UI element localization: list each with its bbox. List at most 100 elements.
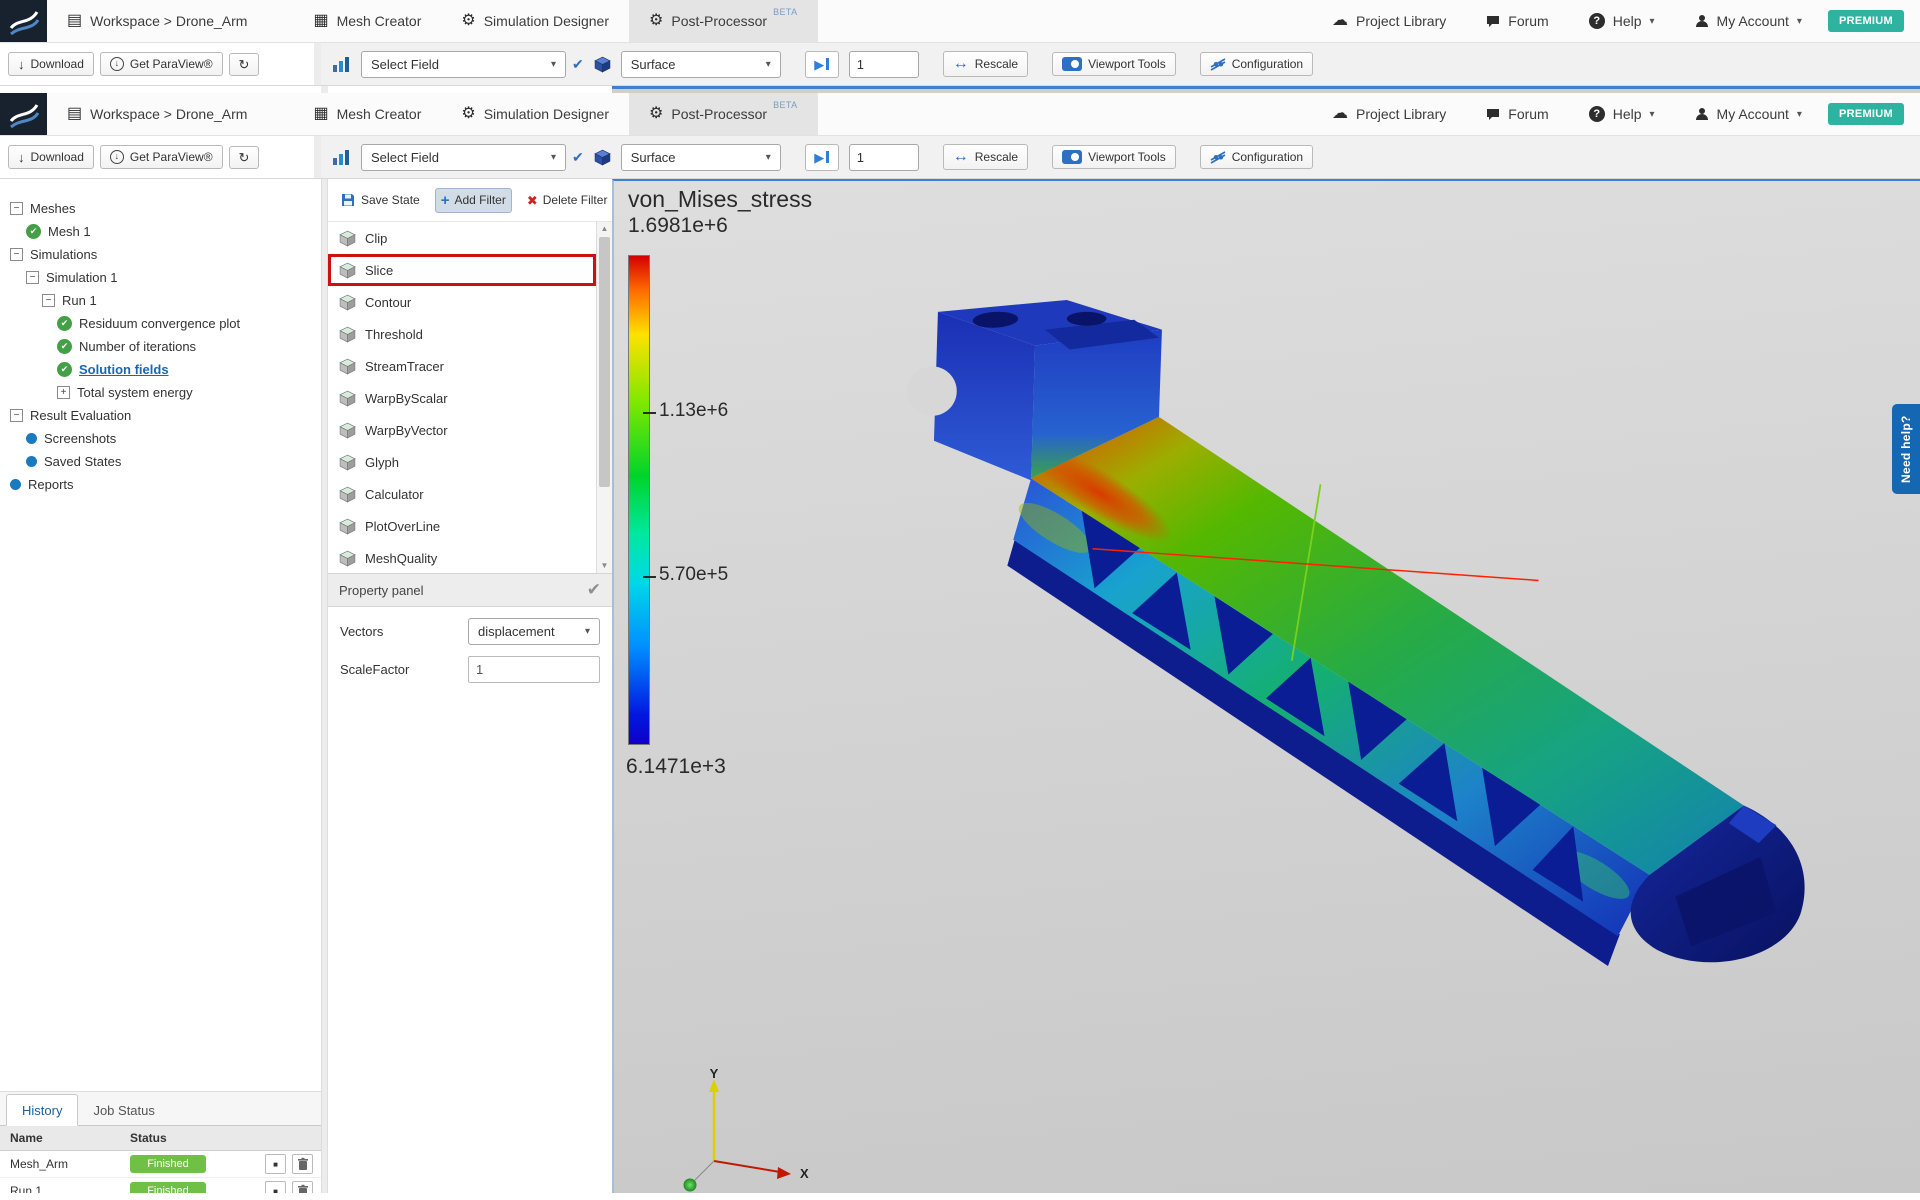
- tab-simulation-designer[interactable]: ⚙ Simulation Designer: [441, 93, 629, 135]
- expand-icon[interactable]: +: [57, 386, 70, 399]
- filter-item-meshquality[interactable]: MeshQuality: [328, 542, 596, 574]
- workspace-breadcrumb[interactable]: ▤ Workspace > Drone_Arm: [47, 93, 267, 135]
- tree-item-number-of-iterations[interactable]: ✔ Number of iterations: [0, 335, 321, 358]
- premium-badge[interactable]: PREMIUM: [1828, 10, 1904, 32]
- play-icon: ▶: [814, 58, 824, 71]
- tab-simulation-designer[interactable]: ⚙ Simulation Designer: [441, 0, 629, 42]
- tab-mesh-creator[interactable]: ▦ Mesh Creator: [293, 0, 441, 42]
- select-field-dropdown[interactable]: Select Field ▾: [361, 51, 566, 78]
- tree-item-run-1[interactable]: − Run 1: [0, 289, 321, 312]
- filter-item-warpbyvector[interactable]: WarpByVector: [328, 414, 596, 446]
- tree-item-reports[interactable]: Reports: [0, 473, 321, 496]
- tree-item-total-system-energy[interactable]: + Total system energy: [0, 381, 321, 404]
- table-row[interactable]: Mesh_Arm Finished ■: [0, 1151, 321, 1178]
- select-field-dropdown[interactable]: Select Field ▾: [361, 144, 566, 171]
- tab-post-processor[interactable]: ⚙ Post-Processor BETA: [629, 0, 818, 42]
- workspace-breadcrumb[interactable]: ▤ Workspace > Drone_Arm: [47, 0, 267, 42]
- tree-item-result-evaluation[interactable]: − Result Evaluation: [0, 404, 321, 427]
- tab-post-processor[interactable]: ⚙ Post-Processor BETA: [629, 93, 818, 135]
- get-paraview-button[interactable]: ↓ Get ParaView®: [100, 145, 223, 169]
- project-library-link[interactable]: ☁ Project Library: [1312, 93, 1466, 135]
- filter-item-streamtracer[interactable]: StreamTracer: [328, 350, 596, 382]
- add-filter-button[interactable]: + Add Filter: [435, 188, 512, 213]
- collapse-icon[interactable]: −: [10, 248, 23, 261]
- save-state-button[interactable]: Save State: [334, 187, 426, 213]
- filter-item-plotoverline[interactable]: PlotOverLine: [328, 510, 596, 542]
- my-account-menu[interactable]: My Account ▾: [1675, 93, 1822, 135]
- my-account-menu[interactable]: My Account ▾: [1675, 0, 1822, 42]
- frame-input[interactable]: [849, 51, 919, 78]
- filter-item-glyph[interactable]: Glyph: [328, 446, 596, 478]
- need-help-tab[interactable]: Need help?: [1892, 404, 1920, 494]
- cloud-icon: ☁: [1332, 13, 1348, 29]
- representation-dropdown[interactable]: Surface ▾: [621, 144, 781, 171]
- filter-item-contour[interactable]: Contour: [328, 286, 596, 318]
- tab-mesh-creator[interactable]: ▦ Mesh Creator: [293, 93, 441, 135]
- filter-item-slice-selected[interactable]: Slice: [328, 254, 596, 286]
- collapse-icon[interactable]: −: [10, 202, 23, 215]
- help-menu[interactable]: ? Help ▾: [1569, 0, 1675, 42]
- representation-dropdown[interactable]: Surface ▾: [621, 51, 781, 78]
- apply-field-icon[interactable]: ✔: [572, 149, 584, 166]
- tab-history[interactable]: History: [6, 1094, 78, 1126]
- configuration-button[interactable]: Configuration: [1200, 145, 1313, 169]
- help-menu[interactable]: ? Help ▾: [1569, 93, 1675, 135]
- filter-item-warpbyscalar[interactable]: WarpByScalar: [328, 382, 596, 414]
- tree-item-mesh-1[interactable]: ✔ Mesh 1: [0, 220, 321, 243]
- filter-list-scrollbar[interactable]: ▲ ▼: [596, 222, 612, 573]
- tree-item-screenshots[interactable]: Screenshots: [0, 427, 321, 450]
- tree-item-simulations[interactable]: − Simulations: [0, 243, 321, 266]
- rescale-arrows-icon: ↔: [953, 149, 969, 165]
- tree-label: Run 1: [62, 293, 97, 308]
- app-logo[interactable]: [0, 0, 47, 42]
- vectors-dropdown[interactable]: displacement ▾: [468, 618, 600, 645]
- scroll-up-icon[interactable]: ▲: [597, 222, 612, 236]
- apply-check-icon[interactable]: ✔: [587, 580, 601, 600]
- tab-job-status[interactable]: Job Status: [78, 1095, 169, 1125]
- collapse-icon[interactable]: −: [42, 294, 55, 307]
- apply-field-icon[interactable]: ✔: [572, 56, 584, 73]
- filter-item-clip[interactable]: Clip: [328, 222, 596, 254]
- play-button[interactable]: ▶: [805, 51, 839, 78]
- property-panel-header: Property panel ✔: [328, 573, 612, 607]
- filter-item-calculator[interactable]: Calculator: [328, 478, 596, 510]
- collapse-icon[interactable]: −: [26, 271, 39, 284]
- forum-link[interactable]: Forum: [1466, 0, 1568, 42]
- job-history-panel: History Job Status Name Status Mesh_Arm …: [0, 1091, 321, 1193]
- app-logo[interactable]: [0, 93, 47, 135]
- bullet-icon: [10, 479, 21, 490]
- scalefactor-input[interactable]: [468, 656, 600, 683]
- get-paraview-button[interactable]: ↓ Get ParaView®: [100, 52, 223, 76]
- refresh-button[interactable]: ↻: [229, 146, 260, 169]
- stop-button[interactable]: ■: [265, 1154, 286, 1174]
- scroll-down-icon[interactable]: ▼: [597, 559, 612, 573]
- delete-filter-button[interactable]: ✖ Delete Filter: [521, 188, 614, 212]
- collapse-icon[interactable]: −: [10, 409, 23, 422]
- delete-button[interactable]: [292, 1154, 313, 1174]
- play-button[interactable]: ▶: [805, 144, 839, 171]
- tree-item-simulation-1[interactable]: − Simulation 1: [0, 266, 321, 289]
- download-button[interactable]: ↓ Download: [8, 52, 94, 76]
- stop-button[interactable]: ■: [265, 1181, 286, 1193]
- filter-item-threshold[interactable]: Threshold: [328, 318, 596, 350]
- table-row[interactable]: Run 1 Finished ■: [0, 1178, 321, 1193]
- viewport-tools-button[interactable]: Viewport Tools: [1052, 52, 1176, 76]
- tree-item-saved-states[interactable]: Saved States: [0, 450, 321, 473]
- viewport-tools-button[interactable]: Viewport Tools: [1052, 145, 1176, 169]
- refresh-button[interactable]: ↻: [229, 53, 260, 76]
- forum-link[interactable]: Forum: [1466, 93, 1568, 135]
- download-button[interactable]: ↓ Download: [8, 145, 94, 169]
- project-library-link[interactable]: ☁ Project Library: [1312, 0, 1466, 42]
- configuration-button[interactable]: Configuration: [1200, 52, 1313, 76]
- tree-item-meshes[interactable]: − Meshes: [0, 197, 321, 220]
- panel-divider[interactable]: [321, 179, 328, 1193]
- render-viewport[interactable]: von_Mises_stress 1.6981e+6 1.13e+6 5.70e…: [612, 179, 1920, 1193]
- scrollbar-thumb[interactable]: [599, 237, 610, 487]
- tree-item-residuum-convergence-plot[interactable]: ✔ Residuum convergence plot: [0, 312, 321, 335]
- tree-item-solution-fields[interactable]: ✔ Solution fields: [0, 358, 321, 381]
- frame-input[interactable]: [849, 144, 919, 171]
- rescale-button[interactable]: ↔ Rescale: [943, 144, 1028, 170]
- delete-button[interactable]: [292, 1181, 313, 1193]
- premium-badge[interactable]: PREMIUM: [1828, 103, 1904, 125]
- rescale-button[interactable]: ↔ Rescale: [943, 51, 1028, 77]
